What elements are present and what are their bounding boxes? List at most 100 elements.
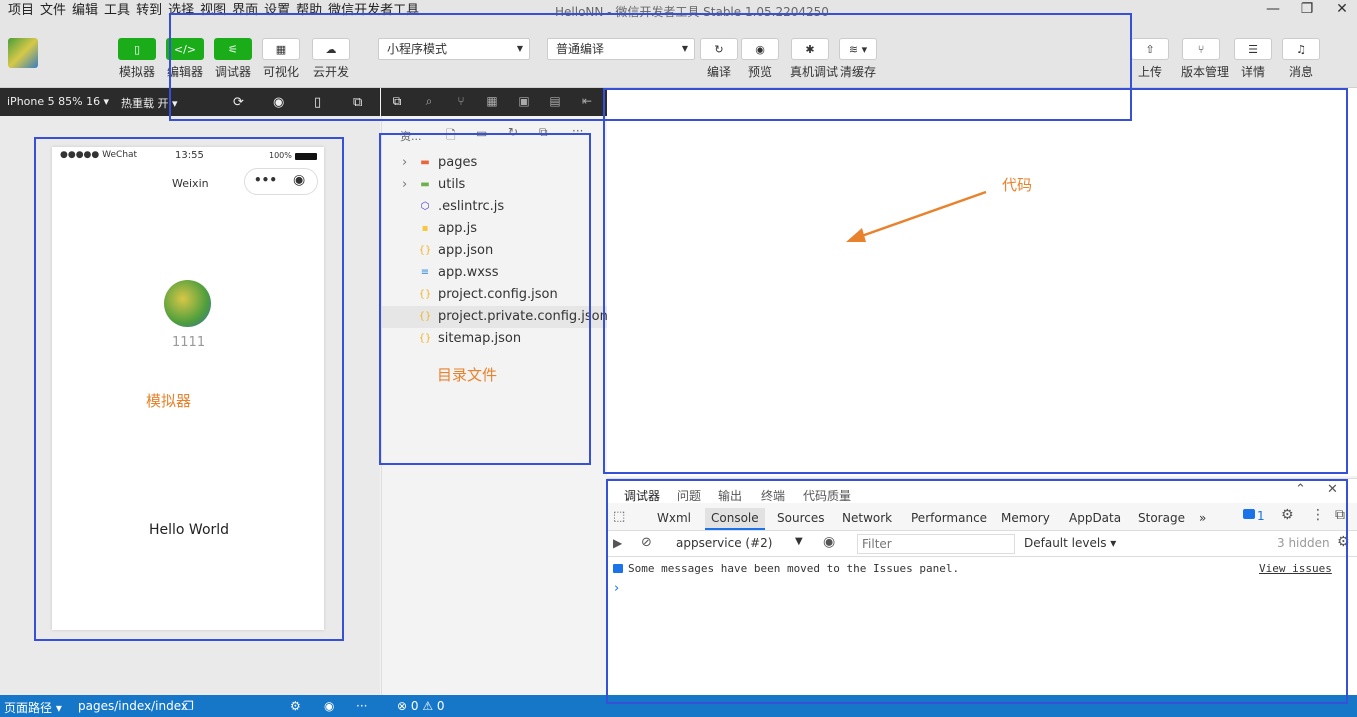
menu-item-2[interactable]: 编辑: [72, 1, 98, 21]
save-icon[interactable]: ▣: [516, 94, 532, 110]
menu-item-9[interactable]: 帮助: [296, 1, 322, 21]
issues-badge-icon[interactable]: [1243, 509, 1255, 519]
issues-count[interactable]: 1: [1257, 509, 1265, 523]
mid-button-2[interactable]: ✱ 真机调试: [790, 38, 838, 80]
top-tab-3[interactable]: 终端: [761, 487, 785, 504]
left-button-4[interactable]: ☁ 云开发: [311, 38, 351, 80]
kebab-icon[interactable]: ⋮: [1311, 507, 1325, 523]
devtools-tab-more[interactable]: »: [1199, 510, 1206, 526]
right-button-0[interactable]: ⇧ 上传: [1130, 38, 1170, 80]
file-row-1[interactable]: › ▬ utils: [382, 174, 608, 196]
devtools-tab-wxml[interactable]: Wxml: [657, 510, 691, 526]
device-icon[interactable]: ▯: [314, 95, 321, 110]
right-button-3[interactable]: ♫ 消息: [1281, 38, 1321, 80]
more-icon[interactable]: •••: [254, 173, 277, 187]
left-button-2[interactable]: ⚟ 调试器: [213, 38, 253, 80]
context-caret-icon[interactable]: ▼: [795, 536, 803, 547]
rotate-icon[interactable]: ⟳: [233, 95, 244, 110]
minimize-icon[interactable]: —: [1258, 1, 1288, 21]
clear-console-icon[interactable]: ⊘: [641, 535, 652, 550]
tree-arrow-icon[interactable]: ›: [402, 174, 407, 196]
devtools-tab-performance[interactable]: Performance: [911, 510, 987, 526]
capsule-button[interactable]: ••• ◉: [244, 168, 318, 195]
mode-select[interactable]: 小程序模式 ▼: [378, 38, 530, 60]
files-icon[interactable]: ⧉: [389, 94, 405, 110]
layers-icon[interactable]: ≋ ▾: [839, 38, 877, 60]
device-select[interactable]: iPhone 5 85% 16 ▾: [7, 95, 109, 108]
phone-icon[interactable]: ▯: [118, 38, 156, 60]
file-row-0[interactable]: › ▬ pages: [382, 152, 608, 174]
devtools-tab-storage[interactable]: Storage: [1138, 510, 1185, 526]
menu-item-6[interactable]: 视图: [200, 1, 226, 21]
live-expression-icon[interactable]: ◉: [823, 534, 835, 550]
file-row-2[interactable]: ⬡ .eslintrc.js: [382, 196, 608, 218]
refresh-icon[interactable]: ↻: [700, 38, 738, 60]
menu-item-5[interactable]: 选择: [168, 1, 194, 21]
close-devtools-icon[interactable]: ✕: [1327, 482, 1338, 497]
collapse-devtools-icon[interactable]: ⌃: [1295, 482, 1306, 497]
close-icon[interactable]: ✕: [1327, 1, 1357, 21]
code-icon[interactable]: </>: [166, 38, 204, 60]
menu-item-3[interactable]: 工具: [104, 1, 130, 21]
upload-icon[interactable]: ⇧: [1131, 38, 1169, 60]
sidebar-toggle-icon[interactable]: ▶: [613, 536, 622, 550]
view-issues-link[interactable]: View issues: [1259, 562, 1332, 575]
problems-count[interactable]: ⊗ 0 ⚠ 0: [397, 699, 445, 713]
console-prompt[interactable]: ›: [614, 581, 619, 596]
copy-path-icon[interactable]: ❐: [183, 699, 194, 713]
preview-icon[interactable]: ◉: [324, 699, 334, 713]
user-avatar[interactable]: [164, 280, 211, 327]
file-row-7[interactable]: {} project.private.config.json: [382, 306, 608, 328]
left-button-3[interactable]: ▦ 可视化: [261, 38, 301, 80]
menu-item-0[interactable]: 项目: [8, 1, 34, 21]
app-avatar[interactable]: [8, 38, 38, 68]
branch-icon[interactable]: ⑂: [1182, 38, 1220, 60]
refresh-tree-icon[interactable]: ↻: [508, 125, 518, 139]
record-icon[interactable]: ◉: [273, 95, 284, 110]
log-levels-select[interactable]: Default levels ▾: [1024, 536, 1116, 550]
file-row-6[interactable]: {} project.config.json: [382, 284, 608, 306]
compile-select[interactable]: 普通编译 ▼: [547, 38, 695, 60]
debug-icon[interactable]: ⚟: [214, 38, 252, 60]
menu-icon[interactable]: ☰: [1234, 38, 1272, 60]
layout-icon[interactable]: ▦: [262, 38, 300, 60]
menu-item-8[interactable]: 设置: [264, 1, 290, 21]
context-select[interactable]: appservice (#2): [676, 536, 772, 550]
menu-item-1[interactable]: 文件: [40, 1, 66, 21]
left-button-0[interactable]: ▯ 模拟器: [117, 38, 157, 80]
new-file-icon[interactable]: 🗋: [446, 126, 456, 147]
file-row-4[interactable]: {} app.json: [382, 240, 608, 262]
status-more-icon[interactable]: ···: [356, 699, 367, 713]
bell-icon[interactable]: ♫: [1282, 38, 1320, 60]
left-button-1[interactable]: </> 编辑器: [165, 38, 205, 80]
page-path[interactable]: pages/index/index: [78, 699, 188, 713]
devtools-tab-appdata[interactable]: AppData: [1069, 510, 1121, 526]
console-settings-icon[interactable]: ⚙: [1337, 534, 1350, 550]
code-editor[interactable]: [607, 88, 1357, 476]
mid-button-0[interactable]: ↻ 编译: [699, 38, 739, 80]
menu-item-7[interactable]: 界面: [232, 1, 258, 21]
dock-icon[interactable]: ⧉: [1335, 507, 1345, 523]
tree-arrow-icon[interactable]: ›: [402, 152, 407, 174]
inspect-icon[interactable]: ⬚: [613, 509, 625, 524]
top-tab-4[interactable]: 代码质量: [803, 487, 851, 504]
mid-button-1[interactable]: ◉ 预览: [740, 38, 780, 80]
collapse-panel-icon[interactable]: ⇤: [579, 94, 595, 110]
hotreload-select[interactable]: 热重载 开 ▾: [121, 95, 178, 111]
menu-item-10[interactable]: 微信开发者工具: [328, 1, 419, 21]
docker-icon[interactable]: ▤: [547, 94, 563, 110]
new-folder-icon[interactable]: ▭: [476, 126, 487, 140]
devtools-tab-memory[interactable]: Memory: [1001, 510, 1050, 526]
collapse-all-icon[interactable]: ⧉: [539, 125, 548, 140]
search-icon[interactable]: ⌕: [421, 94, 437, 110]
cloud-icon[interactable]: ☁: [312, 38, 350, 60]
more-actions-icon[interactable]: ···: [572, 124, 583, 138]
page-path-select[interactable]: 页面路径 ▾: [4, 699, 62, 716]
devtools-tab-network[interactable]: Network: [842, 510, 892, 526]
compile-settings-icon[interactable]: ⚙: [290, 699, 301, 713]
console-filter-input[interactable]: [857, 534, 1015, 554]
file-row-5[interactable]: ≡ app.wxss: [382, 262, 608, 284]
devtools-tab-console[interactable]: Console: [705, 508, 765, 530]
menu-item-4[interactable]: 转到: [136, 1, 162, 21]
top-tab-2[interactable]: 输出: [718, 487, 742, 504]
